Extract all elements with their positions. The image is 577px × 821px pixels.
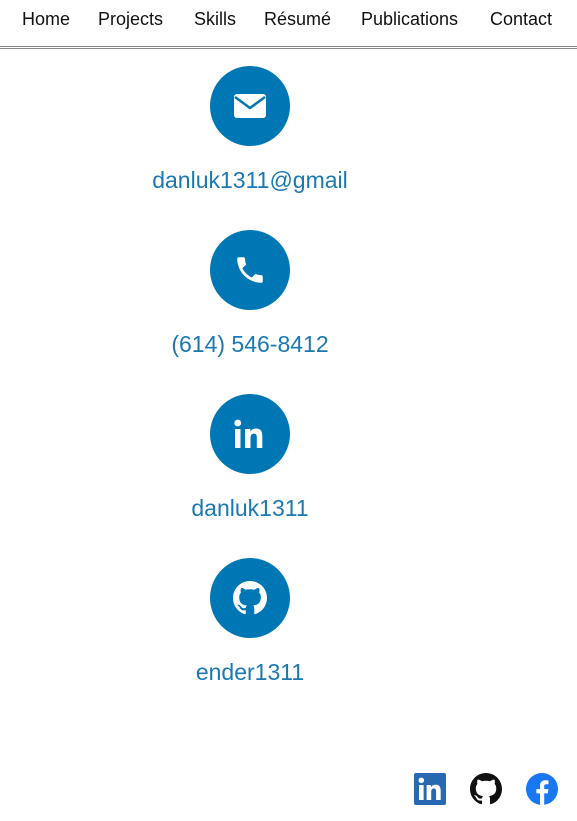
contact-email: danluk1311@gmail bbox=[0, 66, 500, 194]
phone-link[interactable]: (614) 546-8412 bbox=[0, 331, 500, 358]
nav-contact[interactable]: Contact bbox=[490, 9, 552, 30]
nav-projects[interactable]: Projects bbox=[98, 9, 163, 30]
linkedin-icon[interactable] bbox=[210, 394, 290, 474]
github-icon[interactable] bbox=[470, 773, 502, 805]
contact-github: ender1311 bbox=[0, 558, 500, 686]
facebook-icon[interactable] bbox=[526, 773, 558, 805]
phone-icon[interactable] bbox=[210, 230, 290, 310]
nav-resume[interactable]: Résumé bbox=[264, 9, 331, 30]
email-link[interactable]: danluk1311@gmail bbox=[0, 167, 500, 194]
nav-home[interactable]: Home bbox=[22, 9, 70, 30]
linkedin-link[interactable]: danluk1311 bbox=[0, 495, 500, 522]
github-link[interactable]: ender1311 bbox=[0, 659, 500, 686]
envelope-icon[interactable] bbox=[210, 66, 290, 146]
linkedin-icon[interactable] bbox=[414, 773, 446, 805]
github-icon[interactable] bbox=[210, 558, 290, 638]
nav-skills[interactable]: Skills bbox=[194, 9, 236, 30]
contact-phone: (614) 546-8412 bbox=[0, 230, 500, 358]
top-nav: Home Projects Skills Résumé Publications… bbox=[0, 0, 577, 49]
contact-linkedin: danluk1311 bbox=[0, 394, 500, 522]
nav-publications[interactable]: Publications bbox=[361, 9, 458, 30]
